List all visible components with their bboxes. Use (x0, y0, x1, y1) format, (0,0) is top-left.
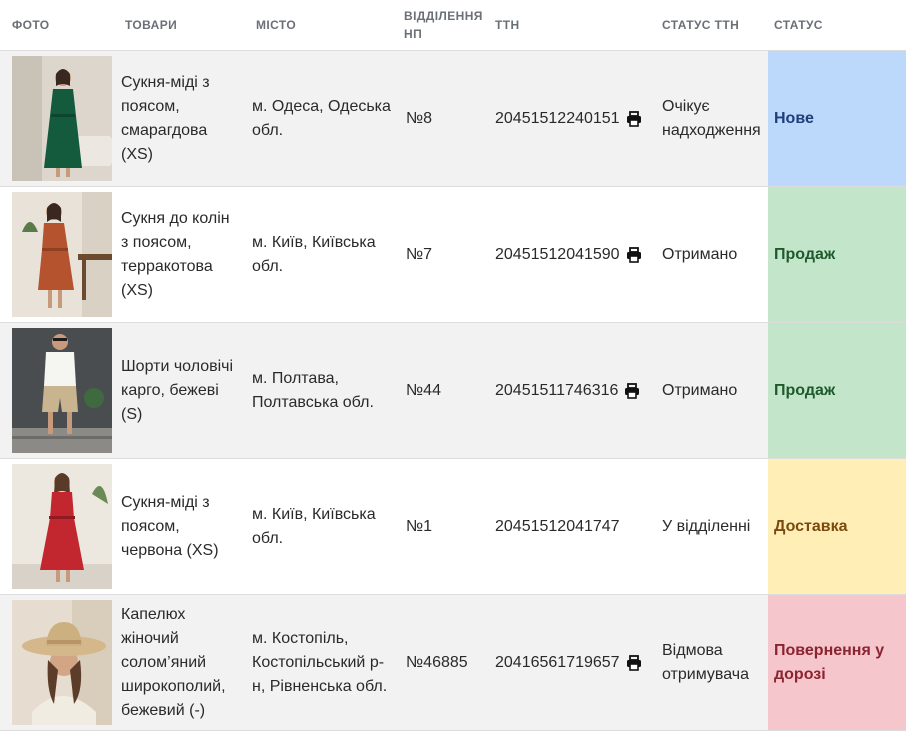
table-row[interactable]: Капелюх жіночий солом’яний широкополий, … (0, 594, 906, 731)
table-row[interactable]: Сукня-міді з поясом, смарагдова (XS) м. … (0, 50, 906, 187)
photo-cell (0, 594, 113, 731)
photo-cell (0, 50, 113, 187)
product-name: Сукня до колін з поясом, терракотова (XS… (113, 186, 244, 323)
status-badge[interactable]: Доставка (768, 458, 906, 595)
status-badge[interactable]: Нове (768, 50, 906, 187)
col-header-city[interactable]: МІСТО (244, 0, 398, 51)
city-name: м. Київ, Київська обл. (244, 458, 398, 595)
table-header-row: ФОТО ТОВАРИ МІСТО ВІДДІЛЕННЯ НП ТТН СТАТ… (0, 0, 906, 51)
branch-number: №46885 (398, 594, 487, 731)
col-header-goods[interactable]: ТОВАРИ (113, 0, 244, 51)
product-photo-straw-hat[interactable] (12, 600, 112, 725)
ttn-status: Отримано (654, 186, 768, 323)
ttn-number: 20451512041747 (495, 517, 620, 535)
photo-cell (0, 186, 113, 323)
col-header-branch[interactable]: ВІДДІЛЕННЯ НП (398, 0, 487, 51)
ttn-cell: 20451511746316 (487, 322, 654, 459)
ttn-number: 20451512240151 (495, 109, 620, 127)
ttn-number: 20451512041590 (495, 245, 620, 263)
photo-cell (0, 322, 113, 459)
ttn-cell: 20451512240151 (487, 50, 654, 187)
table-row[interactable]: Шорти чоловічі карго, бежеві (S) м. Полт… (0, 322, 906, 459)
ttn-cell: 20451512041747 (487, 458, 654, 595)
col-header-photo[interactable]: ФОТО (0, 0, 113, 51)
city-name: м. Костопіль, Костопільський р-н, Рівнен… (244, 594, 398, 731)
ttn-number: 20416561719657 (495, 653, 620, 671)
col-header-status[interactable]: СТАТУС (768, 0, 906, 51)
product-photo-terracotta-dress[interactable] (12, 192, 112, 317)
status-badge[interactable]: Повернення у дорозі (768, 594, 906, 731)
col-header-ttn-status[interactable]: СТАТУС ТТН (654, 0, 768, 51)
photo-cell (0, 458, 113, 595)
print-icon[interactable] (624, 382, 640, 399)
table-row[interactable]: Сукня-міді з поясом, червона (XS) м. Киї… (0, 458, 906, 595)
product-name: Капелюх жіночий солом’яний широкополий, … (113, 594, 244, 731)
ttn-status: У відділенні (654, 458, 768, 595)
branch-number: №44 (398, 322, 487, 459)
ttn-cell: 20416561719657 (487, 594, 654, 731)
product-name: Шорти чоловічі карго, бежеві (S) (113, 322, 244, 459)
city-name: м. Полтава, Полтавська обл. (244, 322, 398, 459)
orders-table: ФОТО ТОВАРИ МІСТО ВІДДІЛЕННЯ НП ТТН СТАТ… (0, 0, 906, 731)
ttn-cell: 20451512041590 (487, 186, 654, 323)
ttn-status: Отримано (654, 322, 768, 459)
col-header-ttn[interactable]: ТТН (487, 0, 654, 51)
city-name: м. Одеса, Одеська обл. (244, 50, 398, 187)
product-photo-green-dress[interactable] (12, 56, 112, 181)
status-badge[interactable]: Продаж (768, 322, 906, 459)
product-photo-cargo-shorts[interactable] (12, 328, 112, 453)
branch-number: №8 (398, 50, 487, 187)
city-name: м. Київ, Київська обл. (244, 186, 398, 323)
status-badge[interactable]: Продаж (768, 186, 906, 323)
table-row[interactable]: Сукня до колін з поясом, терракотова (XS… (0, 186, 906, 323)
branch-number: №7 (398, 186, 487, 323)
print-icon[interactable] (626, 654, 642, 671)
ttn-number: 20451511746316 (495, 381, 619, 399)
ttn-status: Очікує надходження (654, 50, 768, 187)
ttn-status: Відмова отримувача (654, 594, 768, 731)
product-name: Сукня-міді з поясом, смарагдова (XS) (113, 50, 244, 187)
product-name: Сукня-міді з поясом, червона (XS) (113, 458, 244, 595)
branch-number: №1 (398, 458, 487, 595)
print-icon[interactable] (626, 110, 642, 127)
product-photo-red-dress[interactable] (12, 464, 112, 589)
print-icon[interactable] (626, 246, 642, 263)
